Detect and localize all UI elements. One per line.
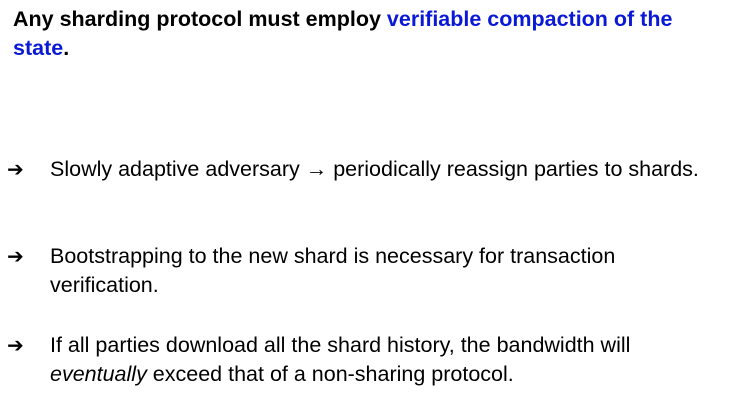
- slide-heading: Any sharding protocol must employ verifi…: [13, 5, 725, 63]
- bullet-text-main: Bootstrapping to the new shard is necess…: [50, 244, 616, 297]
- right-arrow-icon: ➔: [7, 157, 24, 181]
- bullet-text: If all parties download all the shard hi…: [50, 331, 720, 389]
- heading-plain-text: Any sharding protocol must employ: [13, 7, 387, 31]
- bullet-text: Slowly adaptive adversary → periodically…: [50, 155, 720, 184]
- heading-period: .: [63, 36, 70, 60]
- bullet-text-end: exceed that of a non-sharing protocol.: [146, 362, 514, 386]
- right-arrow-icon: ➔: [7, 244, 24, 268]
- bullet-text: Bootstrapping to the new shard is necess…: [50, 242, 720, 300]
- bullet-text-main: If all parties download all the shard hi…: [50, 333, 631, 357]
- slide: Any sharding protocol must employ verifi…: [0, 0, 730, 414]
- bullet-text-emphasis: eventually: [50, 362, 147, 386]
- bullet-text-main: Slowly adaptive adversary → periodically…: [50, 157, 699, 181]
- right-arrow-icon: ➔: [7, 333, 24, 357]
